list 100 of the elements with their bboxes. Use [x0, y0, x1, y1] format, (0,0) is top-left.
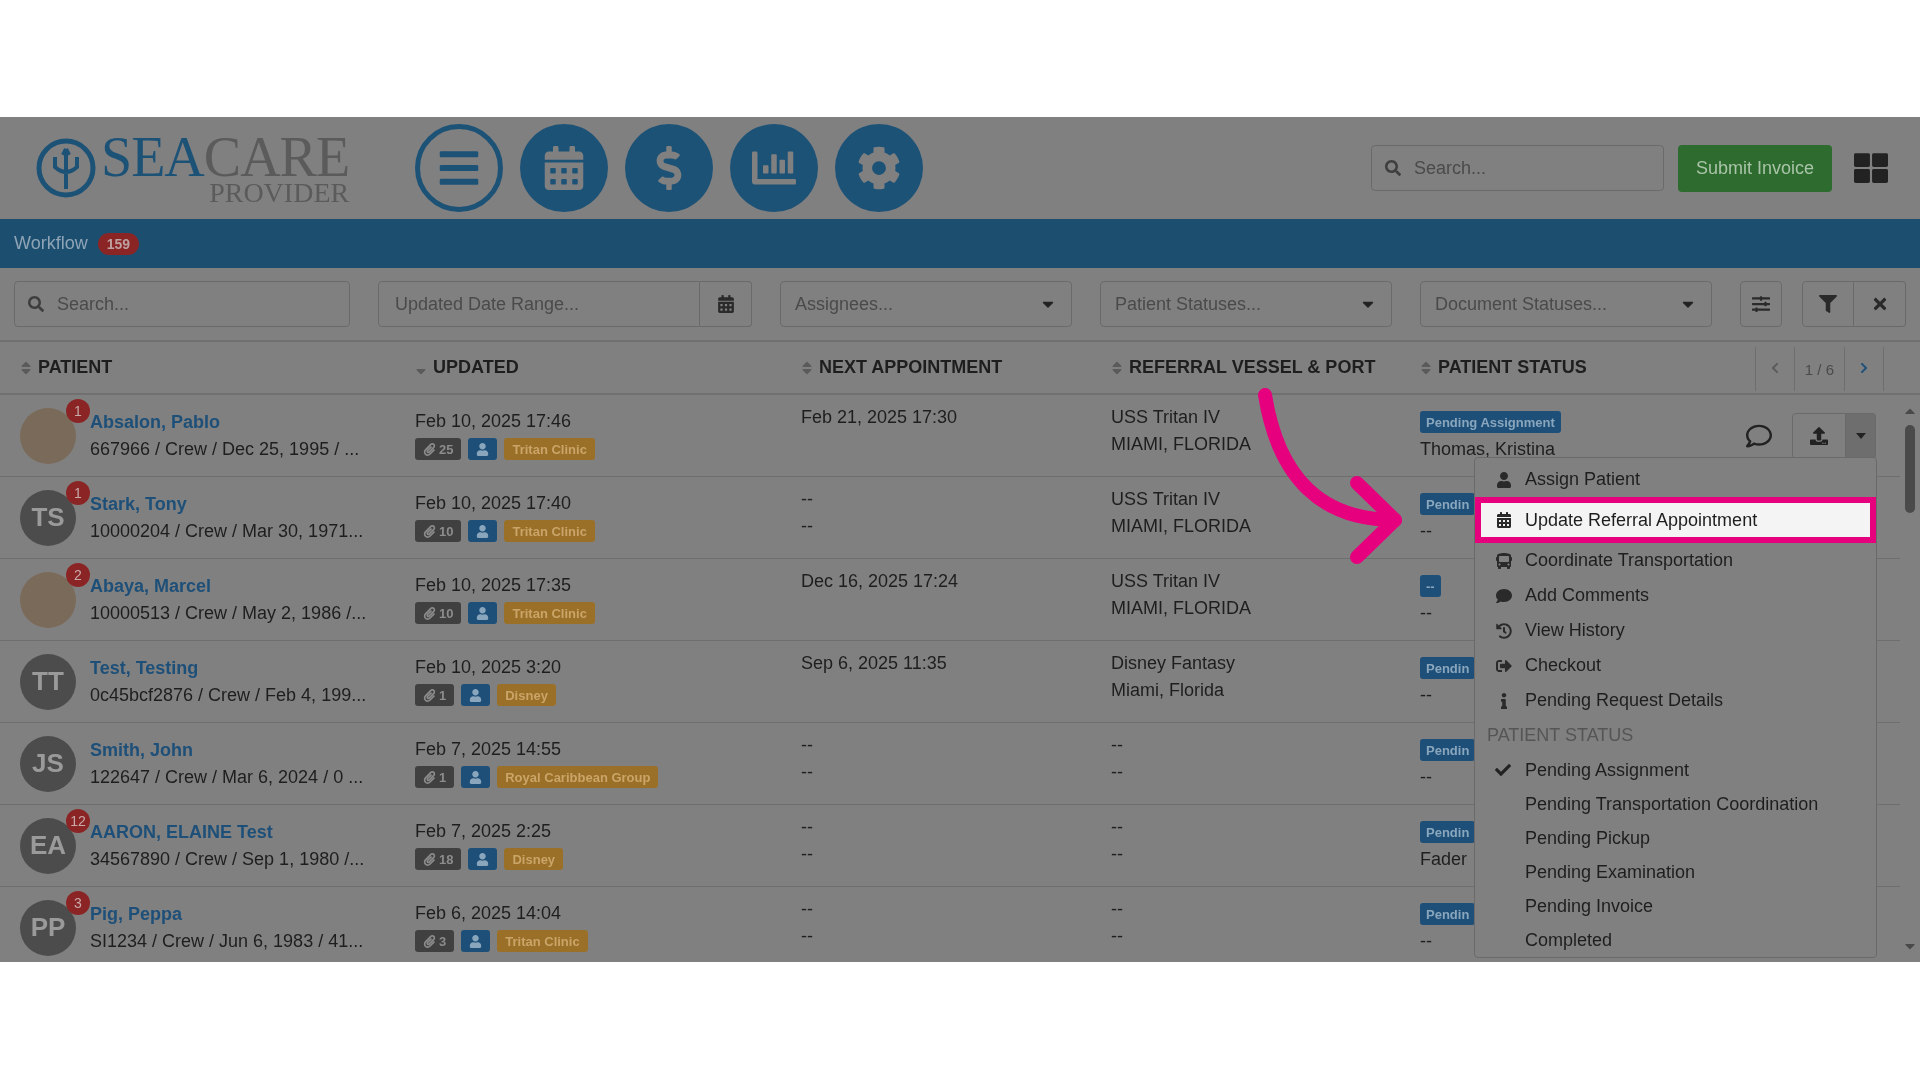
updated-date: Feb 6, 2025 14:04 — [415, 903, 563, 924]
user-icon — [469, 770, 483, 784]
vessel-port: -- — [1111, 735, 1124, 756]
caret-icon — [1855, 432, 1866, 439]
filter-button[interactable] — [1802, 281, 1854, 327]
menu-item-icon — [1496, 657, 1512, 674]
dropdown-toggle-button[interactable] — [1846, 412, 1876, 459]
filter-icon — [1819, 295, 1837, 313]
workflow-count: 159 — [97, 232, 140, 255]
clear-filters-button[interactable] — [1854, 281, 1906, 327]
clinic-tag: Disney — [504, 848, 564, 870]
initials-avatar: TT — [20, 653, 76, 710]
clinic-tag: Tritan Clinic — [504, 602, 595, 624]
status-badge: Pendin — [1420, 739, 1476, 761]
workflow-title: Workflow — [14, 233, 88, 254]
calendar-button[interactable] — [700, 281, 752, 327]
scrollbar-thumb[interactable] — [1905, 425, 1915, 513]
updated-date: Feb 10, 2025 3:20 — [415, 657, 563, 678]
patient-details: 10000204 / Crew / Mar 30, 1971... — [90, 520, 364, 542]
search-icon — [1384, 160, 1401, 176]
menu-item-icon — [1496, 552, 1512, 569]
column-header[interactable]: UPDATED — [433, 357, 519, 378]
status-badge: Pending Assignment — [1420, 411, 1561, 433]
vessel-port: -- — [1111, 762, 1124, 783]
attachments-tag: 1 — [415, 766, 455, 788]
vessel-port: -- — [1111, 817, 1124, 838]
grid-menu-button[interactable] — [1854, 151, 1888, 185]
menu-button[interactable] — [415, 124, 503, 212]
menu-item-icon — [1496, 471, 1512, 488]
vessel-port: Miami, Florida — [1111, 680, 1226, 701]
status-badge: Pendin — [1420, 903, 1476, 925]
next-appointment: -- — [801, 489, 814, 510]
user-icon — [469, 688, 483, 702]
comment-icon — [1746, 422, 1772, 449]
initials-avatar: TS — [20, 489, 76, 546]
next-appointment: -- — [801, 926, 814, 947]
attachments-tag: 1 — [415, 684, 455, 706]
search-icon — [28, 296, 44, 312]
trident-logo-icon — [35, 137, 97, 199]
assignee-name: Fader — [1420, 849, 1469, 870]
patient-name-link[interactable]: Stark, Tony — [90, 493, 364, 515]
calendar-icon — [542, 146, 586, 190]
menu-item[interactable]: Pending Request Details — [1475, 683, 1876, 718]
vessel-port: USS Tritan IV — [1111, 407, 1222, 428]
initials-avatar: PP — [20, 899, 76, 956]
patient-name-link[interactable]: Smith, John — [90, 739, 364, 761]
upload-icon — [1810, 426, 1828, 445]
column-header[interactable]: PATIENT — [38, 357, 113, 378]
submit-invoice-button[interactable]: Submit Invoice — [1677, 144, 1832, 192]
updated-date: Feb 10, 2025 17:40 — [415, 493, 573, 514]
column-header[interactable]: REFERRAL VESSEL & PORT — [1129, 357, 1376, 378]
patient-name-link[interactable]: Abaya, Marcel — [90, 575, 367, 597]
paperclip-icon — [423, 442, 436, 456]
updated-date: Feb 10, 2025 17:35 — [415, 575, 573, 596]
next-appointment: -- — [801, 762, 814, 783]
status-badge: Pendin — [1420, 493, 1476, 515]
updated-date: Feb 7, 2025 14:55 — [415, 739, 563, 760]
settings-icon — [857, 146, 901, 190]
status-menu-item[interactable]: Pending Pickup — [1475, 821, 1876, 855]
status-menu-item[interactable]: Pending Invoice — [1475, 889, 1876, 923]
patient-name-link[interactable]: AARON, ELAINE Test — [90, 821, 365, 843]
column-settings-button[interactable] — [1740, 281, 1782, 327]
menu-item[interactable]: Update Referral Appointment — [1475, 497, 1876, 543]
vessel-port: MIAMI, FLORIDA — [1111, 516, 1252, 537]
status-menu-item[interactable]: Completed — [1475, 923, 1876, 957]
logo-wordmark: SEACARE — [101, 129, 350, 185]
status-menu-item[interactable]: Pending Examination — [1475, 855, 1876, 889]
patient-name-link[interactable]: Absalon, Pablo — [90, 411, 360, 433]
next-appointment: -- — [801, 844, 814, 865]
alert-count: 2 — [66, 562, 90, 587]
patient-details: 10000513 / Crew / May 2, 1986 /... — [90, 602, 367, 624]
paperclip-icon — [423, 852, 436, 866]
next-appointment: Feb 21, 2025 17:30 — [801, 407, 959, 428]
patient-details: 34567890 / Crew / Sep 1, 1980 /... — [90, 848, 365, 870]
next-appointment: -- — [801, 817, 814, 838]
assignee-name: -- — [1420, 603, 1433, 624]
patient-name-link[interactable]: Test, Testing — [90, 657, 367, 679]
attachments-tag: 18 — [415, 848, 462, 870]
vessel-port: USS Tritan IV — [1111, 489, 1222, 510]
user-icon — [476, 852, 490, 866]
status-badge: Pendin — [1420, 657, 1476, 679]
clinic-tag: Tritan Clinic — [504, 438, 595, 460]
upload-button[interactable] — [1792, 412, 1846, 459]
assignee-name: -- — [1420, 685, 1433, 706]
next-appointment: Dec 16, 2025 17:24 — [801, 571, 960, 592]
vessel-port: USS Tritan IV — [1111, 571, 1222, 592]
user-icon — [476, 524, 490, 538]
assignee-name: -- — [1420, 767, 1433, 788]
patient-name-link[interactable]: Pig, Peppa — [90, 903, 364, 925]
column-header[interactable]: PATIENT STATUS — [1438, 357, 1587, 378]
menu-item[interactable]: Checkout — [1475, 648, 1876, 683]
vessel-port: Disney Fantasy — [1111, 653, 1237, 674]
column-header[interactable]: NEXT APPOINTMENT — [819, 357, 1003, 378]
assignee-name: -- — [1420, 931, 1433, 952]
next-appointment: Sep 6, 2025 11:35 — [801, 653, 948, 674]
paperclip-icon — [423, 606, 436, 620]
menu-item-icon — [1496, 587, 1512, 604]
comment-button[interactable] — [1746, 422, 1772, 449]
status-menu-item[interactable]: Pending Assignment — [1475, 753, 1876, 787]
menu-item[interactable]: Add Comments — [1475, 578, 1876, 613]
